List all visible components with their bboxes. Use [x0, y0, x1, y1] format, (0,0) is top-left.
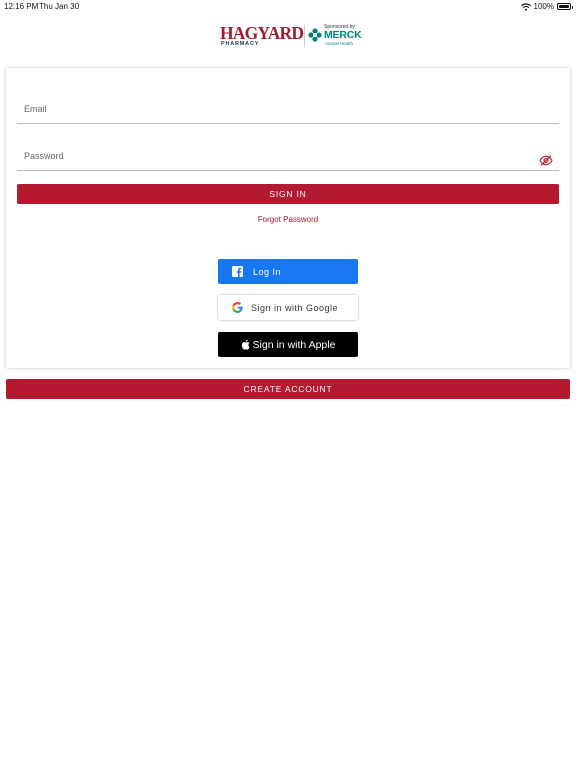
google-icon	[231, 302, 243, 314]
google-signin-button[interactable]: Sign in with Google	[218, 295, 358, 320]
forgot-password-link[interactable]: Forgot Password	[6, 215, 570, 224]
apple-signin-button[interactable]: Sign in with Apple	[218, 332, 358, 357]
create-account-button[interactable]: CREATE ACCOUNT	[6, 379, 570, 399]
hagyard-name: HAGYARD	[220, 23, 304, 43]
email-field-wrapper	[17, 94, 559, 124]
apple-signin-label: Sign in with Apple	[252, 338, 336, 351]
facebook-icon	[231, 266, 243, 278]
status-date: Thu Jan 30	[39, 2, 80, 11]
merck-name: MERCK	[324, 29, 362, 41]
status-bar: 12:16 PM Thu Jan 30 100%	[0, 0, 576, 14]
merck-mark-icon	[308, 28, 322, 42]
login-card: SIGN IN Forgot Password Log In Sign in w…	[6, 68, 570, 368]
facebook-login-label: Log In	[253, 266, 282, 277]
hagyard-logo: HAGYARD PHARMACY	[220, 23, 304, 47]
battery-percent: 100%	[533, 2, 554, 11]
status-indicators: 100%	[520, 2, 573, 11]
apple-icon	[241, 339, 251, 351]
facebook-login-button[interactable]: Log In	[218, 259, 358, 284]
status-time: 12:16 PM	[4, 2, 39, 11]
header-logos: HAGYARD PHARMACY Sponsored by MERCK Anim…	[0, 22, 576, 50]
battery-icon	[557, 3, 573, 10]
logo-divider	[304, 25, 305, 47]
password-field[interactable]	[17, 141, 559, 170]
google-signin-label: Sign in with Google	[251, 302, 339, 313]
sign-in-button[interactable]: SIGN IN	[17, 184, 559, 204]
wifi-icon	[520, 2, 531, 11]
email-field[interactable]	[17, 94, 559, 123]
merck-sub: Animal Health	[325, 41, 354, 46]
password-field-wrapper	[17, 141, 559, 171]
eye-off-icon[interactable]	[539, 155, 553, 166]
